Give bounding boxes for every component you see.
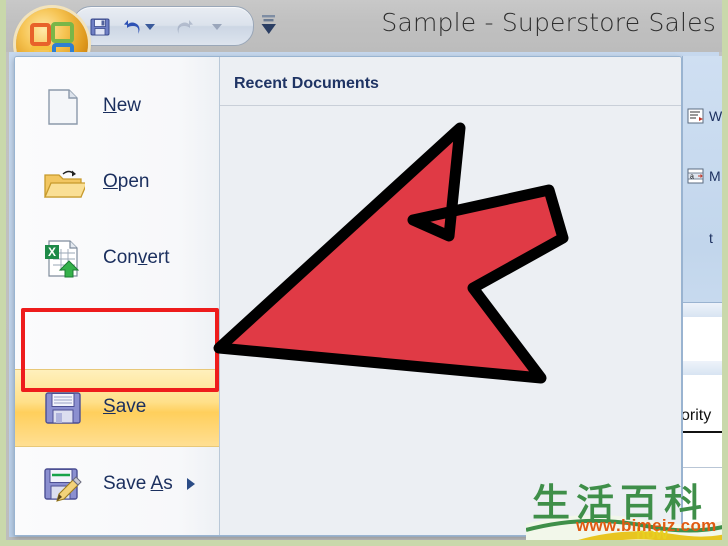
wrap-text-label: W xyxy=(709,108,722,124)
watermark-url: www.bimeiz.com xyxy=(576,516,717,535)
qat-redo-icon xyxy=(173,16,195,38)
title-bar: Sample - Superstore Sales xyxy=(6,0,722,80)
svg-text:a: a xyxy=(690,174,694,181)
menu-item-save-label: Save xyxy=(103,396,147,417)
quick-access-toolbar xyxy=(72,6,254,46)
open-folder-icon xyxy=(41,161,88,205)
menu-item-save[interactable]: Save xyxy=(15,369,219,447)
save-floppy-icon xyxy=(41,386,85,430)
qat-redo-chevron-down-icon xyxy=(212,24,222,30)
merge-center-label: M xyxy=(709,168,721,184)
menu-item-convert[interactable]: X Convert xyxy=(15,221,219,297)
menu-item-open-label: Open xyxy=(103,171,150,192)
menu-item-save-as[interactable]: Save As xyxy=(15,447,219,523)
menu-item-new[interactable]: New xyxy=(15,69,219,145)
merge-center-icon[interactable]: a xyxy=(687,168,705,184)
svg-text:X: X xyxy=(48,245,56,259)
menu-item-save-as-label: Save As xyxy=(103,473,173,494)
recent-documents-heading: Recent Documents xyxy=(234,75,379,92)
menu-item-open[interactable]: Open xyxy=(15,145,219,221)
qat-undo-icon[interactable] xyxy=(122,16,144,38)
ribbon-text-fragment: t xyxy=(709,230,713,246)
customize-qat-icon[interactable] xyxy=(258,13,280,42)
annotation-arrow xyxy=(211,110,631,410)
recent-documents-divider xyxy=(220,105,681,106)
office-menu-commands: New Open X Convert Save Save As xyxy=(15,57,220,535)
cell-underline xyxy=(683,431,722,433)
convert-excel-icon: X xyxy=(41,237,85,281)
grid-row[interactable] xyxy=(683,317,722,362)
cell-text-fragment: ority xyxy=(682,407,712,424)
menu-item-convert-label: Convert xyxy=(103,247,170,268)
qat-undo-chevron-down-icon[interactable] xyxy=(145,24,155,30)
ribbon-clipped-strip: W a M t ority xyxy=(682,56,722,534)
wrap-text-icon[interactable] xyxy=(687,108,705,124)
menu-item-new-label: New xyxy=(103,95,142,116)
menu-item-print[interactable]: Print xyxy=(15,535,219,536)
save-as-submenu-arrow-icon xyxy=(187,478,195,490)
watermark: 生活百科 how www.bimeiz.com xyxy=(526,470,722,540)
window-title: Sample - Superstore Sales xyxy=(381,8,716,37)
save-as-icon xyxy=(41,463,85,507)
qat-save-icon[interactable] xyxy=(89,16,111,38)
grid-header-row xyxy=(683,361,722,376)
grid-header-row xyxy=(683,303,722,318)
application-window: Sample - Superstore Sales New Open X Con… xyxy=(6,0,722,540)
new-document-icon xyxy=(41,85,85,129)
grid-row[interactable] xyxy=(683,421,722,468)
